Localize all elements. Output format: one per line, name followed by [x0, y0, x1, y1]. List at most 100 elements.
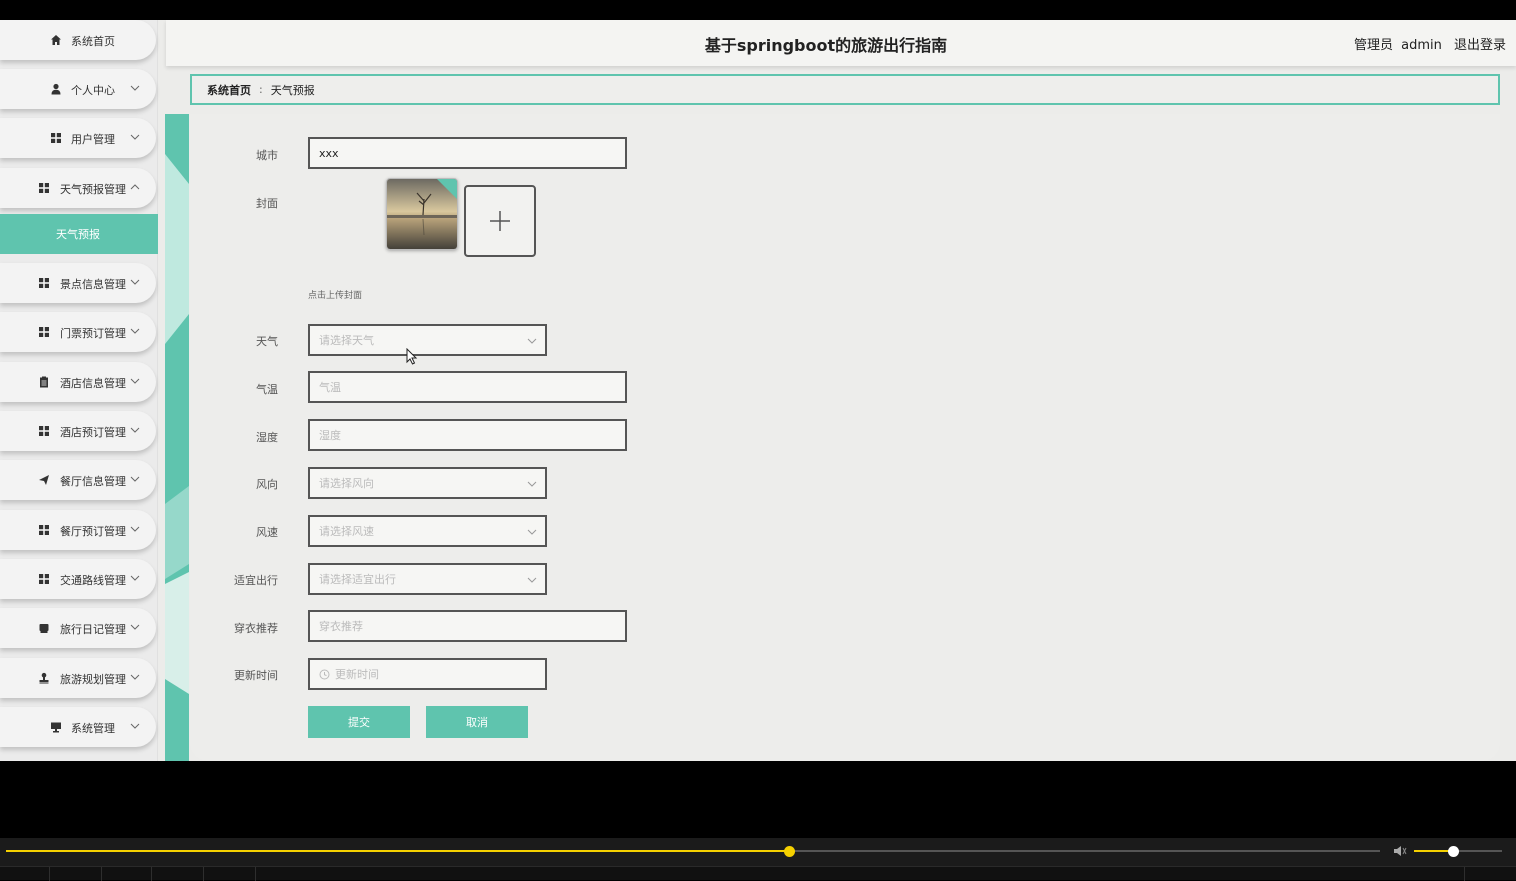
- chevron-down-icon: [527, 577, 537, 583]
- grid-icon: [38, 182, 50, 194]
- home-icon: [50, 34, 62, 46]
- user-name: admin: [1401, 38, 1442, 53]
- top-header: 基于springboot的旅游出行指南 管理员 admin 退出登录: [166, 20, 1516, 66]
- volume-handle[interactable]: [1447, 846, 1459, 857]
- wind-speed-label: 风速: [256, 526, 278, 539]
- update-time-placeholder: 更新时间: [335, 668, 379, 681]
- sidebar-item-label: 系统管理: [71, 722, 115, 735]
- sidebar-item-label: 天气预报管理: [60, 183, 126, 196]
- clipboard-icon: [38, 376, 50, 388]
- cover-thumbnail[interactable]: [386, 178, 458, 250]
- weather-select-placeholder: 请选择天气: [319, 334, 374, 347]
- grid-icon: [38, 425, 50, 437]
- sidebar-item-label: 旅行日记管理: [60, 623, 126, 636]
- sidebar-item[interactable]: 旅游规划管理: [0, 658, 156, 698]
- media-player-bar: [0, 838, 1516, 881]
- grid-icon: [50, 132, 62, 144]
- person-icon: [50, 83, 62, 95]
- grid-icon: [38, 277, 50, 289]
- sidebar-item-label: 用户管理: [71, 133, 115, 146]
- chevron-down-icon: [527, 338, 537, 344]
- sidebar-item-label: 餐厅信息管理: [60, 475, 126, 488]
- submit-button[interactable]: 提交: [308, 706, 410, 738]
- grid-icon: [38, 573, 50, 585]
- chevron-down-icon: [130, 85, 140, 91]
- sidebar-item-label: 酒店预订管理: [60, 426, 126, 439]
- chevron-down-icon: [130, 328, 140, 334]
- strip-cell: [102, 867, 152, 881]
- chevron-down-icon: [130, 378, 140, 384]
- sidebar-item[interactable]: 门票预订管理: [0, 312, 156, 352]
- sidebar-item-label: 餐厅预订管理: [60, 525, 126, 538]
- sidebar-subitem-weather-forecast[interactable]: 天气预报: [0, 214, 158, 254]
- wind-speed-select[interactable]: 请选择风速: [308, 515, 547, 547]
- strip-cell: [0, 867, 50, 881]
- sidebar-item-label: 个人中心: [71, 84, 115, 97]
- strip-cell: [50, 867, 102, 881]
- wind-direction-label: 风向: [256, 478, 278, 491]
- monitor-icon: [50, 721, 62, 733]
- sidebar-item[interactable]: 用户管理: [0, 118, 156, 158]
- logout-link[interactable]: 退出登录: [1454, 34, 1506, 53]
- cover-image: [387, 179, 457, 249]
- seek-handle[interactable]: [784, 846, 796, 857]
- sidebar-item[interactable]: 酒店信息管理: [0, 362, 156, 402]
- sidebar-item[interactable]: 交通路线管理: [0, 559, 156, 599]
- sidebar-item[interactable]: 景点信息管理: [0, 263, 156, 303]
- chevron-down-icon: [130, 279, 140, 285]
- clock-icon: [319, 669, 330, 679]
- sidebar-item[interactable]: 餐厅预订管理: [0, 510, 156, 550]
- city-label: 城市: [256, 149, 278, 162]
- cover-label: 封面: [256, 197, 278, 210]
- wind-direction-placeholder: 请选择风向: [319, 477, 374, 490]
- chevron-down-icon: [527, 481, 537, 487]
- volume-icon[interactable]: [1392, 843, 1408, 859]
- user-role: 管理员: [1353, 38, 1393, 53]
- sidebar-item[interactable]: 旅行日记管理: [0, 608, 156, 648]
- cover-upload-button[interactable]: [464, 185, 536, 257]
- chevron-down-icon: [130, 575, 140, 581]
- chevron-down-icon: [130, 427, 140, 433]
- temperature-input[interactable]: 气温: [308, 371, 627, 403]
- sidebar: 系统首页个人中心用户管理天气预报管理 景点信息管理门票预订管理 酒店信息管理酒店预订…: [0, 20, 158, 761]
- app-title: 基于springboot的旅游出行指南: [704, 36, 948, 55]
- cancel-button[interactable]: 取消: [426, 706, 528, 738]
- clothing-label: 穿衣推荐: [234, 622, 278, 635]
- strip-cell: [1464, 867, 1516, 881]
- sidebar-item[interactable]: 餐厅信息管理: [0, 460, 156, 500]
- sidebar-item[interactable]: 系统管理: [0, 707, 156, 747]
- grid-icon: [38, 326, 50, 338]
- send-icon: [38, 474, 50, 486]
- city-input[interactable]: xxx: [308, 137, 627, 169]
- chevron-down-icon: [130, 476, 140, 482]
- sidebar-item[interactable]: 酒店预订管理: [0, 411, 156, 451]
- player-bottom-strip: [0, 866, 1516, 881]
- sidebar-item-label: 旅游规划管理: [60, 673, 126, 686]
- chevron-down-icon: [130, 723, 140, 729]
- sidebar-item[interactable]: 天气预报管理: [0, 168, 156, 208]
- sidebar-item[interactable]: 个人中心: [0, 69, 156, 109]
- wind-direction-select[interactable]: 请选择风向: [308, 467, 547, 499]
- mouse-cursor-icon: [406, 348, 418, 365]
- humidity-input[interactable]: 湿度: [308, 419, 627, 451]
- chevron-down-icon: [130, 134, 140, 140]
- chevron-down-icon: [130, 624, 140, 630]
- breadcrumb-home[interactable]: 系统首页: [207, 82, 251, 98]
- clothing-input[interactable]: 穿衣推荐: [308, 610, 627, 642]
- sidebar-item-label: 交通路线管理: [60, 574, 126, 587]
- sidebar-item-label: 景点信息管理: [60, 278, 126, 291]
- chevron-down-icon: [527, 529, 537, 535]
- update-time-label: 更新时间: [234, 669, 278, 682]
- suitable-travel-select[interactable]: 请选择适宜出行: [308, 563, 547, 595]
- sidebar-item[interactable]: 系统首页: [0, 20, 156, 60]
- humidity-label: 湿度: [256, 431, 278, 444]
- decorative-wave: [165, 154, 189, 761]
- volume-level: [1414, 850, 1453, 852]
- strip-cell: [152, 867, 204, 881]
- weather-select[interactable]: 请选择天气: [308, 324, 547, 356]
- suitable-travel-label: 适宜出行: [234, 574, 278, 587]
- decorative-strip: [165, 114, 189, 761]
- stamp-icon: [38, 672, 50, 684]
- update-time-picker[interactable]: 更新时间: [308, 658, 547, 690]
- temperature-label: 气温: [256, 383, 278, 396]
